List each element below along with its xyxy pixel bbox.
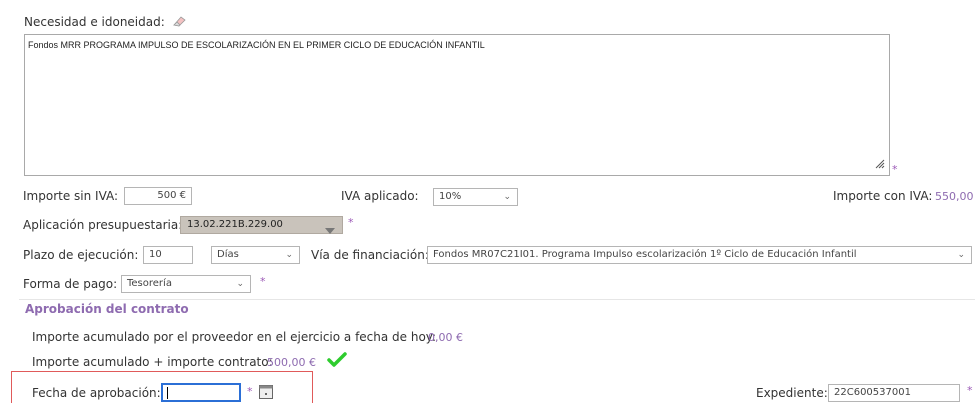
fecha-required-mark: * [247, 385, 253, 398]
plazo-unit-value: Días [217, 249, 239, 260]
aplicacion-required-mark: * [348, 216, 354, 229]
triangle-down-icon [325, 223, 335, 237]
eraser-icon[interactable] [171, 14, 187, 31]
plazo-unit-select[interactable]: Días ⌄ [211, 246, 300, 264]
checkmark-icon [327, 352, 347, 371]
acumulado-value: 0,00 € [428, 331, 463, 344]
iva-select-value: 10% [439, 191, 462, 202]
chevron-down-icon: ⌄ [236, 279, 244, 289]
aplicacion-select-value: 13.02.221B.229.00 [187, 219, 283, 230]
aprobacion-title: Aprobación del contrato [25, 302, 189, 316]
aprobacion-section-header: Aprobación del contrato [19, 299, 975, 319]
chevron-down-icon: ⌄ [503, 192, 511, 202]
fecha-aprobacion-label: Fecha de aprobación: [32, 386, 161, 400]
necesidad-required-mark: * [892, 163, 898, 176]
expediente-required-mark: * [967, 384, 973, 397]
chevron-down-icon: ⌄ [285, 250, 293, 260]
importe-sin-iva-input[interactable]: 500 € [124, 187, 192, 205]
necesidad-textarea[interactable]: Fondos MRR PROGRAMA IMPULSO DE ESCOLARIZ… [24, 34, 890, 176]
via-label: Vía de financiación: [311, 248, 429, 262]
importe-con-iva-value: 550,00 [935, 190, 974, 203]
plazo-label: Plazo de ejecución: [23, 248, 139, 262]
calendar-icon[interactable] [259, 385, 273, 402]
chevron-down-icon: ⌄ [957, 250, 965, 260]
forma-pago-select[interactable]: Tesorería ⌄ [121, 275, 251, 293]
aplicacion-label: Aplicación presupuestaria: [23, 218, 183, 232]
forma-pago-label: Forma de pago: [23, 277, 118, 291]
plazo-input[interactable]: 10 [143, 246, 193, 264]
via-select-value: Fondos MR07C21I01. Programa Impulso esco… [433, 249, 857, 260]
iva-select[interactable]: 10% ⌄ [433, 188, 518, 206]
iva-label: IVA aplicado: [341, 189, 419, 203]
importe-con-iva-label: Importe con IVA: [833, 189, 933, 203]
necesidad-label: Necesidad e idoneidad: [24, 14, 187, 31]
forma-pago-value: Tesorería [127, 278, 172, 289]
resize-handle-icon[interactable] [873, 157, 885, 172]
fecha-aprobacion-input[interactable] [161, 383, 241, 402]
acumulado-total-label: Importe acumulado + importe contrato: [32, 355, 273, 369]
aplicacion-select[interactable]: 13.02.221B.229.00 [180, 216, 343, 234]
acumulado-label: Importe acumulado por el proveedor en el… [32, 330, 437, 344]
text-cursor [167, 387, 168, 399]
forma-pago-required-mark: * [260, 275, 266, 288]
importe-sin-iva-label: Importe sin IVA: [23, 189, 119, 203]
expediente-label: Expediente: [756, 386, 828, 400]
expediente-input[interactable]: 22C600537001 [828, 384, 960, 402]
via-select[interactable]: Fondos MR07C21I01. Programa Impulso esco… [427, 246, 972, 264]
acumulado-total-value: 500,00 € [267, 356, 316, 369]
necesidad-text: Fondos MRR PROGRAMA IMPULSO DE ESCOLARIZ… [28, 40, 485, 50]
